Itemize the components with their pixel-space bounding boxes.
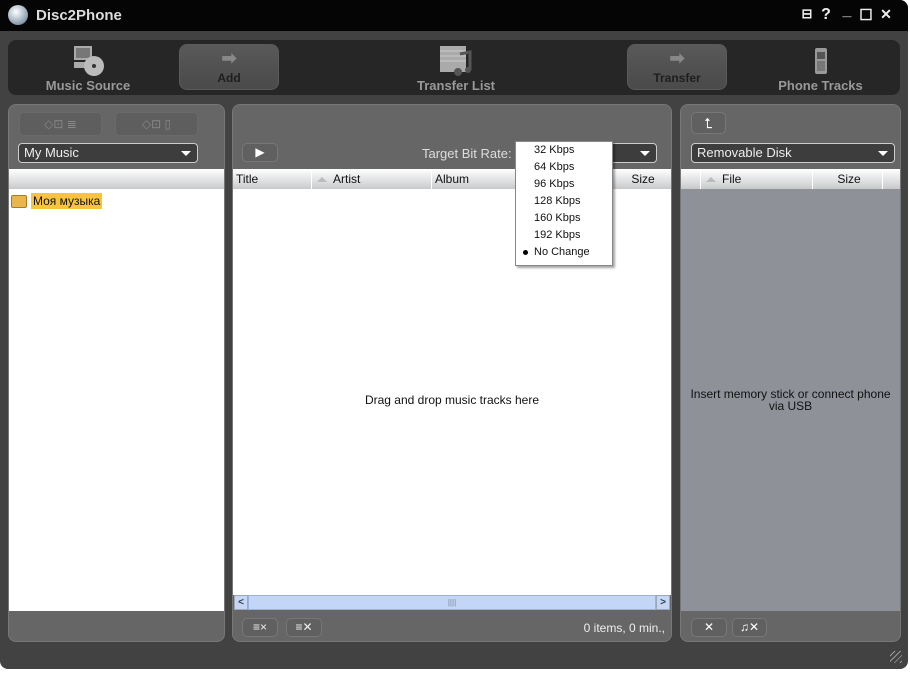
scroll-thumb[interactable]: ||||: [248, 595, 656, 610]
status-text: 0 items, 0 min.,: [583, 621, 665, 635]
tracks-empty-text: Drag and drop music tracks here: [364, 393, 540, 407]
main-toolbar: Music Source ➡ Add Transfer List ➡ Trans…: [8, 40, 900, 95]
arrow-right-icon: ➡: [221, 48, 237, 68]
app-logo-icon: [8, 5, 28, 25]
title-bar: Disc2Phone ⊟ ? _ ☐ ✕: [0, 0, 908, 31]
col-artist-label: Artist: [333, 172, 361, 186]
remove-selected-button[interactable]: ≡×: [242, 618, 278, 637]
scroll-right-button[interactable]: >: [656, 595, 670, 610]
col-file[interactable]: File: [701, 169, 813, 189]
toolbox-icon[interactable]: ⊟: [798, 6, 816, 22]
bitrate-option[interactable]: 96 Kbps: [516, 176, 612, 193]
selected-dot-icon: [523, 250, 528, 255]
bitrate-option-label: No Change: [534, 246, 590, 258]
tree-header: [9, 169, 224, 189]
close-button[interactable]: ✕: [877, 6, 895, 23]
transfer-list-label: Transfer List: [416, 78, 496, 93]
bitrate-option-selected[interactable]: No Change: [516, 244, 612, 261]
chevron-down-icon: [181, 151, 191, 156]
phone-icon: [814, 48, 827, 74]
music-folder-icon: [11, 194, 27, 208]
transfer-label: Transfer: [653, 71, 701, 85]
add-label: Add: [217, 71, 241, 85]
delete-file-button[interactable]: ✕: [691, 618, 727, 637]
folder-up-button[interactable]: ⮤: [691, 112, 726, 134]
delete-track-button[interactable]: ♫✕: [732, 618, 767, 637]
transfer-list-tab[interactable]: Transfer List: [406, 40, 506, 95]
col-file-label: File: [722, 172, 742, 186]
music-source-label: Music Source: [45, 78, 131, 93]
help-button[interactable]: ?: [817, 6, 835, 24]
horizontal-scrollbar[interactable]: < |||| >: [234, 595, 670, 610]
col-size[interactable]: Size: [612, 169, 671, 189]
clear-list-button[interactable]: ≡✕: [286, 618, 322, 637]
source-select[interactable]: My Music: [18, 143, 198, 163]
tree-item-label: Моя музыка: [31, 193, 103, 209]
sort-asc-icon: [706, 177, 716, 182]
arrow-right-icon: ➡: [669, 48, 685, 68]
transfer-button[interactable]: ➡ Transfer: [627, 44, 727, 90]
resize-grip[interactable]: [890, 651, 902, 663]
play-button[interactable]: ▶: [242, 143, 278, 162]
files-header: File Size: [681, 169, 900, 189]
computer-disc-icon: [74, 46, 104, 76]
bitrate-dropdown-menu: 32 Kbps 64 Kbps 96 Kbps 128 Kbps 160 Kbp…: [515, 141, 613, 266]
col-size[interactable]: Size: [813, 169, 883, 189]
bitrate-option[interactable]: 128 Kbps: [516, 193, 612, 210]
maximize-button[interactable]: ☐: [857, 6, 875, 24]
bitrate-option[interactable]: 32 Kbps: [516, 142, 612, 159]
scroll-left-button[interactable]: <: [234, 595, 248, 610]
app-title: Disc2Phone: [36, 7, 122, 24]
bitrate-option[interactable]: 64 Kbps: [516, 159, 612, 176]
music-source-panel: ◇⊡ ≣ ◇⊡ ▯ My Music Моя музыка: [8, 104, 225, 642]
phone-tracks-tab[interactable]: Phone Tracks: [768, 40, 873, 95]
source-select-value: My Music: [24, 145, 79, 160]
bitrate-label: Target Bit Rate:: [422, 146, 512, 161]
col-title[interactable]: Title: [233, 169, 312, 189]
sort-asc-icon: [317, 177, 327, 182]
app-window: Disc2Phone ⊟ ? _ ☐ ✕ Music Source ➡ Add …: [0, 0, 908, 669]
bitrate-option[interactable]: 160 Kbps: [516, 210, 612, 227]
music-source-tab[interactable]: Music Source: [38, 40, 138, 95]
files-list[interactable]: Insert memory stick or connect phone via…: [681, 189, 900, 611]
bitrate-option[interactable]: 192 Kbps: [516, 227, 612, 244]
device-select-value: Removable Disk: [697, 145, 792, 160]
minimize-button[interactable]: _: [838, 2, 856, 20]
files-empty-text: Insert memory stick or connect phone via…: [690, 387, 891, 413]
list-music-icon: [440, 46, 472, 76]
folder-tree: Моя музыка: [9, 189, 224, 611]
add-button[interactable]: ➡ Add: [179, 44, 279, 90]
tree-item[interactable]: Моя музыка: [11, 193, 103, 209]
phone-tracks-label: Phone Tracks: [778, 78, 863, 93]
add-folder-button[interactable]: ◇⊡ ≣: [19, 112, 102, 136]
col-artist[interactable]: Artist: [312, 169, 432, 189]
add-device-button[interactable]: ◇⊡ ▯: [115, 112, 198, 136]
phone-tracks-panel: ⮤ Removable Disk File Size Insert memory…: [680, 104, 901, 642]
chevron-down-icon: [640, 151, 650, 156]
device-select[interactable]: Removable Disk: [691, 143, 895, 163]
col-blank: [681, 169, 701, 189]
chevron-down-icon: [878, 151, 888, 156]
